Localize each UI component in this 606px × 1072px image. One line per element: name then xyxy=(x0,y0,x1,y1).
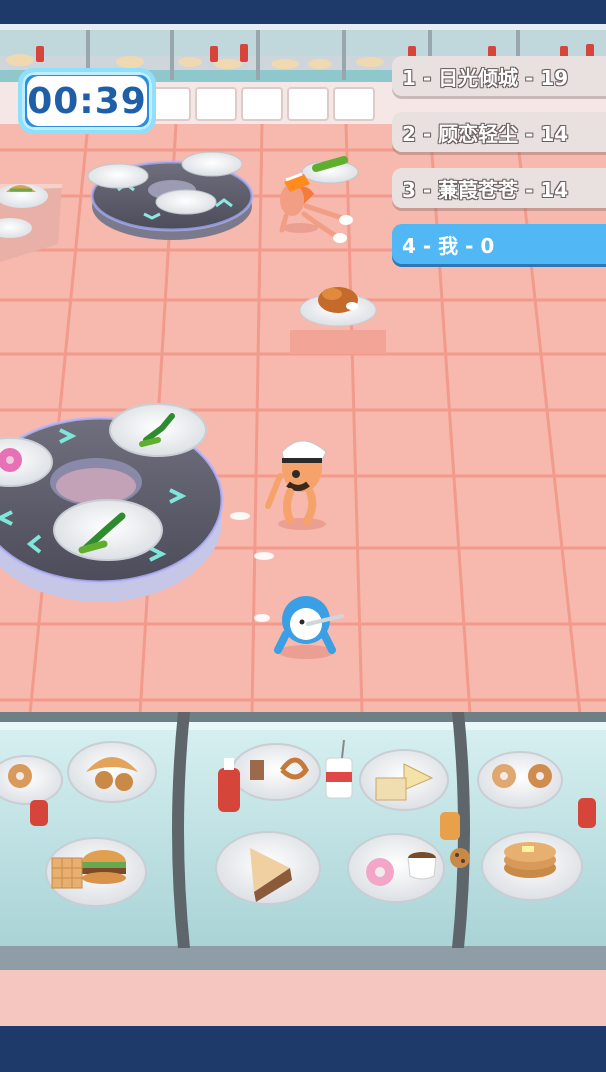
leaderboard-row-3: 3 - 蒹葭苍苍 - 14 xyxy=(392,168,606,208)
leaderboard-row-1: 1 - 日光倾城 - 19 xyxy=(392,56,606,96)
kitchen-scene xyxy=(0,0,606,1072)
countdown-timer-text: 00:39 xyxy=(27,76,147,126)
ring-conveyor-top xyxy=(87,151,254,240)
top-bar xyxy=(0,0,606,24)
game-viewport[interactable]: 00:39 1 - 日光倾城 - 19 2 - 顾恋轻尘 - 14 3 - 蒹葭… xyxy=(0,0,606,1072)
leaderboard-row-2: 2 - 顾恋轻尘 - 14 xyxy=(392,112,606,152)
food-display-counter xyxy=(0,712,606,1072)
pancakes-food xyxy=(504,842,556,878)
coffee-cup-food xyxy=(407,852,437,880)
ring-conveyor-main xyxy=(0,403,224,602)
leaderboard-row-player: 4 - 我 - 0 xyxy=(392,224,606,264)
cookie-food xyxy=(450,848,470,868)
hamburger-food xyxy=(82,850,126,884)
countdown-timer: 00:39 xyxy=(18,68,156,134)
waffle-food xyxy=(51,857,83,889)
